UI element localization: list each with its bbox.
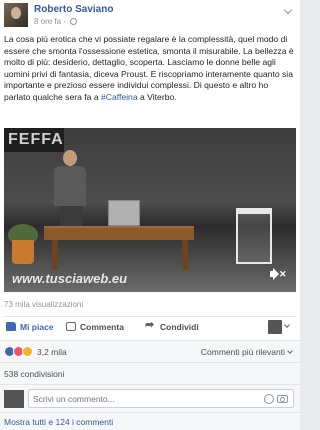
chair bbox=[236, 208, 272, 264]
share-button[interactable]: Condividi bbox=[145, 318, 199, 332]
meta-separator: · bbox=[61, 17, 69, 26]
speaker-icon bbox=[270, 271, 275, 277]
commenter-avatar bbox=[4, 390, 24, 408]
like-label: Mi piace bbox=[20, 322, 54, 332]
more-comments-row: Mostra tutti e 124 i commenti bbox=[0, 412, 300, 430]
hashtag-link[interactable]: #Caffeina bbox=[101, 92, 138, 102]
like-button[interactable]: Mi piace bbox=[6, 322, 54, 332]
speaker-head bbox=[63, 150, 77, 166]
video-watermark: www.tusciaweb.eu bbox=[12, 271, 128, 286]
post-meta: 8 ore fa · bbox=[34, 17, 78, 26]
laptop bbox=[108, 200, 140, 226]
author-avatar[interactable] bbox=[4, 3, 28, 27]
comment-button[interactable]: Commenta bbox=[66, 322, 124, 332]
speaker-figure bbox=[50, 150, 90, 232]
reactions-bar: 3,2 mila Commenti più rilevanti bbox=[0, 340, 300, 362]
post-time[interactable]: 8 ore fa bbox=[34, 17, 61, 26]
caret-down-icon bbox=[287, 348, 293, 354]
reaction-count[interactable]: 3,2 mila bbox=[37, 347, 67, 357]
desk-leg-left bbox=[52, 240, 58, 270]
comment-composer bbox=[0, 384, 300, 412]
globe-icon bbox=[70, 18, 78, 25]
share-arrow-icon bbox=[145, 318, 156, 331]
video-player[interactable]: FEFFA www.tusciaweb.eu ✕ bbox=[4, 128, 296, 292]
show-all-comments-link[interactable]: Mostra tutti e 124 i commenti bbox=[4, 417, 113, 427]
wow-reaction-icon[interactable] bbox=[22, 346, 33, 357]
mute-icon[interactable]: ✕ bbox=[270, 268, 287, 280]
comment-sort-dropdown[interactable]: Commenti più rilevanti bbox=[200, 347, 293, 357]
comment-bubble-icon bbox=[66, 322, 76, 331]
desk bbox=[44, 226, 194, 240]
camera-icon[interactable] bbox=[277, 395, 288, 403]
post-header: Roberto Saviano 8 ore fa · bbox=[4, 3, 296, 29]
comment-input[interactable] bbox=[28, 389, 294, 408]
page-avatar bbox=[268, 320, 282, 334]
emoji-icon[interactable] bbox=[264, 394, 274, 404]
post-card: Roberto Saviano 8 ore fa · La cosa più e… bbox=[0, 0, 300, 430]
sort-label: Commenti più rilevanti bbox=[200, 347, 285, 357]
share-count[interactable]: 538 condivisioni bbox=[4, 369, 64, 379]
thumbs-up-icon bbox=[6, 322, 16, 331]
desk-leg-right bbox=[182, 240, 188, 270]
author-name[interactable]: Roberto Saviano bbox=[34, 4, 113, 15]
comment-label: Commenta bbox=[80, 322, 124, 332]
view-count: 73 mila visualizzazioni bbox=[4, 300, 84, 309]
mute-x-icon: ✕ bbox=[279, 269, 287, 279]
video-banner: FEFFA bbox=[4, 128, 64, 152]
post-text-end: a Viterbo. bbox=[137, 91, 177, 102]
post-options-chevron-icon[interactable] bbox=[282, 5, 294, 17]
share-label: Condividi bbox=[160, 322, 199, 332]
shares-row: 538 condivisioni bbox=[0, 362, 300, 384]
chevron-down-icon bbox=[284, 322, 290, 328]
post-text: La cosa più erotica che vi possiate rega… bbox=[4, 34, 296, 104]
plant-pot bbox=[12, 240, 34, 264]
posting-as-selector[interactable] bbox=[268, 320, 294, 334]
speaker-torso bbox=[54, 166, 86, 206]
action-bar: Mi piace Commenta Condividi bbox=[4, 316, 296, 338]
